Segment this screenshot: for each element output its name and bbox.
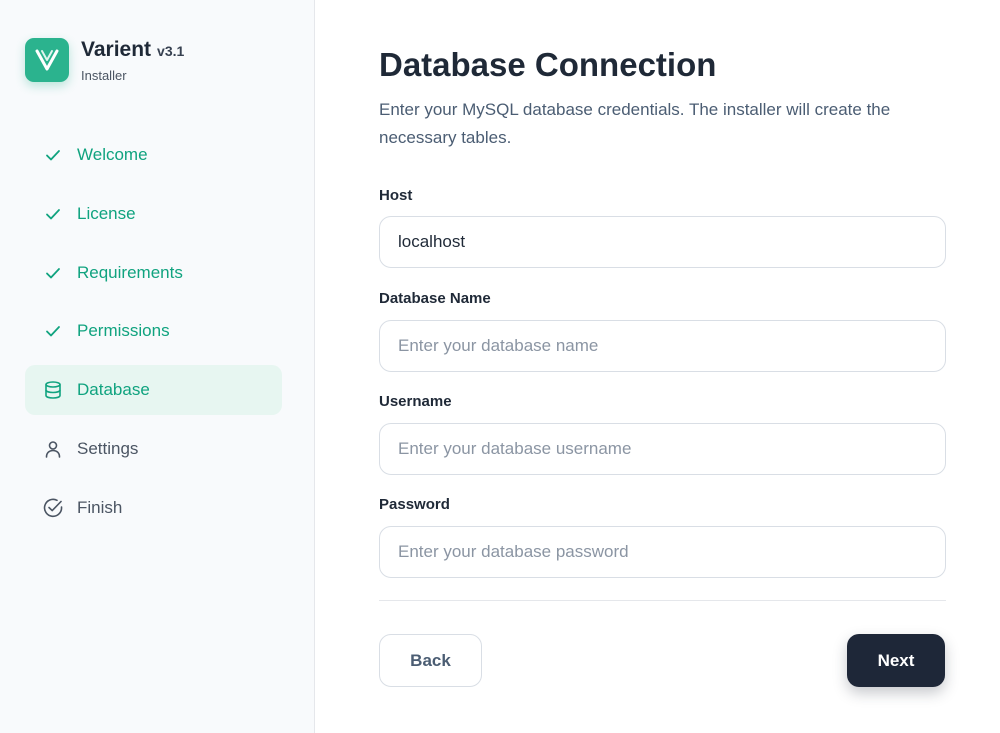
step-label: License xyxy=(77,203,136,223)
host-label: Host xyxy=(379,187,413,204)
app-subtitle: Installer xyxy=(81,68,127,83)
database-icon xyxy=(42,379,64,401)
app-name: Varient xyxy=(81,38,152,61)
step-license[interactable]: License xyxy=(25,189,282,239)
user-icon xyxy=(42,438,64,460)
next-button[interactable]: Next xyxy=(847,634,945,687)
brand: Varient v3.1 Installer xyxy=(25,38,184,83)
password-label: Password xyxy=(379,496,450,513)
password-input[interactable] xyxy=(379,526,946,578)
step-settings[interactable]: Settings xyxy=(25,424,282,474)
host-input[interactable] xyxy=(379,216,946,268)
varient-logo-icon xyxy=(35,49,59,71)
check-icon xyxy=(42,144,64,166)
username-label: Username xyxy=(379,393,452,410)
page-title: Database Connection xyxy=(379,46,717,83)
page-description: Enter your MySQL database credentials. T… xyxy=(379,100,891,147)
database-name-label: Database Name xyxy=(379,290,491,307)
step-finish[interactable]: Finish xyxy=(25,483,282,533)
step-database[interactable]: Database xyxy=(25,365,282,416)
back-button[interactable]: Back xyxy=(379,634,482,687)
check-icon xyxy=(42,320,64,342)
check-circle-icon xyxy=(42,497,64,519)
database-name-input[interactable] xyxy=(379,320,946,372)
check-icon xyxy=(42,203,64,225)
step-label: Settings xyxy=(77,438,139,458)
installer-steps: Welcome License Requirements Permissions xyxy=(25,130,282,542)
step-label: Welcome xyxy=(77,145,148,164)
step-label: Database xyxy=(77,380,150,400)
step-label: Finish xyxy=(77,497,123,517)
step-label: Requirements xyxy=(77,262,183,282)
divider xyxy=(379,600,946,601)
sidebar: Varient v3.1 Installer Welcome License R… xyxy=(0,0,315,733)
step-label: Permissions xyxy=(77,321,170,341)
step-permissions[interactable]: Permissions xyxy=(25,306,282,356)
logo xyxy=(25,38,69,82)
check-icon xyxy=(42,262,64,284)
step-welcome[interactable]: Welcome xyxy=(25,130,282,180)
username-input[interactable] xyxy=(379,423,946,475)
step-requirements[interactable]: Requirements xyxy=(25,248,282,298)
app-version: v3.1 xyxy=(157,43,185,59)
